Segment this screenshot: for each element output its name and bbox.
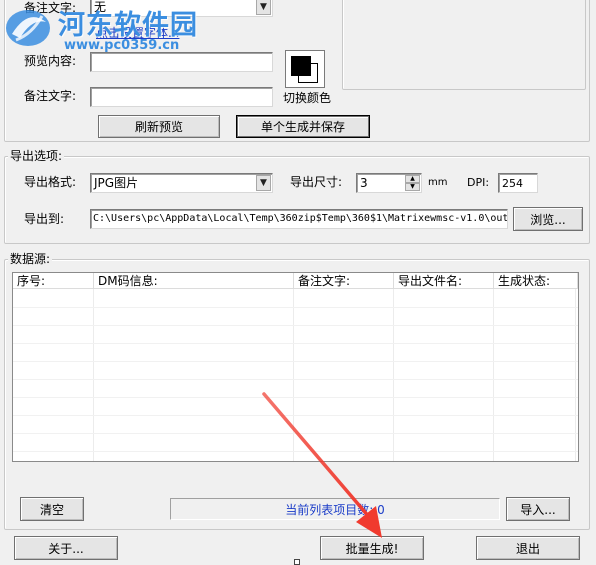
export-path-value: C:\Users\pc\AppData\Local\Temp\360zip$Te… (93, 213, 508, 224)
preview-content-label: 预览内容: (24, 54, 77, 68)
format-select[interactable]: JPG图片 ▼ (90, 173, 273, 193)
grid-line (13, 379, 578, 380)
grid-line (13, 343, 578, 344)
path-label: 导出到: (24, 212, 65, 226)
grid-line (13, 361, 578, 362)
import-button[interactable]: 导入... (506, 497, 570, 521)
color-swatch[interactable] (285, 50, 325, 88)
grid-line (13, 433, 578, 434)
stepper-down-icon[interactable]: ▼ (405, 183, 420, 191)
refresh-preview-button[interactable]: 刷新预览 (98, 115, 220, 138)
size-unit: mm (428, 177, 448, 188)
dpi-label: DPI: (467, 176, 490, 189)
item-count-status: 当前列表项目数: 0 (170, 498, 500, 520)
about-button[interactable]: 关于... (14, 536, 118, 560)
watermark-url: www.pc0359.cn (64, 38, 180, 53)
export-options-title: 导出选项: (8, 149, 65, 163)
browse-button[interactable]: 浏览... (513, 207, 583, 231)
grid-line (575, 289, 576, 461)
grid-line (13, 307, 578, 308)
batch-generate-button[interactable]: 批量生成! (320, 536, 424, 560)
grid-line (13, 451, 578, 452)
column-header-status[interactable]: 生成状态: (494, 273, 578, 289)
size-value: 3 (360, 176, 368, 190)
size-label: 导出尺寸: (290, 175, 343, 189)
data-list[interactable]: 序号: DM码信息: 备注文字: 导出文件名: 生成状态: (12, 272, 579, 462)
size-stepper[interactable]: 3 ▲ ▼ (356, 173, 422, 193)
size-grip[interactable] (294, 559, 300, 565)
remark-label: 备注文字: (24, 89, 77, 103)
preview-content-input[interactable] (90, 52, 273, 72)
grid-line (13, 325, 578, 326)
grid-line (13, 415, 578, 416)
column-header-filename[interactable]: 导出文件名: (394, 273, 494, 289)
generate-single-button[interactable]: 单个生成并保存 (236, 115, 370, 138)
foreground-color-square (291, 56, 311, 76)
watermark-title: 河东软件园 (58, 10, 198, 41)
grid-line (393, 289, 394, 461)
switch-color-label[interactable]: 切换颜色 (283, 90, 331, 106)
grid-line (13, 397, 578, 398)
column-header-remark[interactable]: 备注文字: (294, 273, 394, 289)
chevron-down-icon[interactable]: ▼ (256, 175, 271, 191)
export-path-input[interactable]: C:\Users\pc\AppData\Local\Temp\360zip$Te… (90, 209, 508, 229)
clear-button[interactable]: 清空 (20, 497, 84, 521)
datasource-title: 数据源: (8, 252, 53, 266)
format-label: 导出格式: (24, 175, 77, 189)
format-select-value: JPG图片 (94, 176, 139, 190)
dpi-value: 254 (502, 177, 523, 190)
chevron-down-icon[interactable]: ▼ (256, 0, 271, 15)
grid-line (293, 289, 294, 461)
remark-input[interactable] (90, 87, 273, 107)
stepper-up-icon[interactable]: ▲ (405, 175, 420, 183)
grid-line (93, 289, 94, 461)
grid-line (493, 289, 494, 461)
preview-image-panel (342, 0, 586, 90)
exit-button[interactable]: 退出 (476, 536, 580, 560)
dpi-input[interactable]: 254 (498, 173, 538, 193)
column-header-index[interactable]: 序号: (13, 273, 94, 289)
export-options-group (4, 156, 590, 244)
watermark-logo (6, 10, 50, 46)
column-header-dm-info[interactable]: DM码信息: (94, 273, 294, 289)
